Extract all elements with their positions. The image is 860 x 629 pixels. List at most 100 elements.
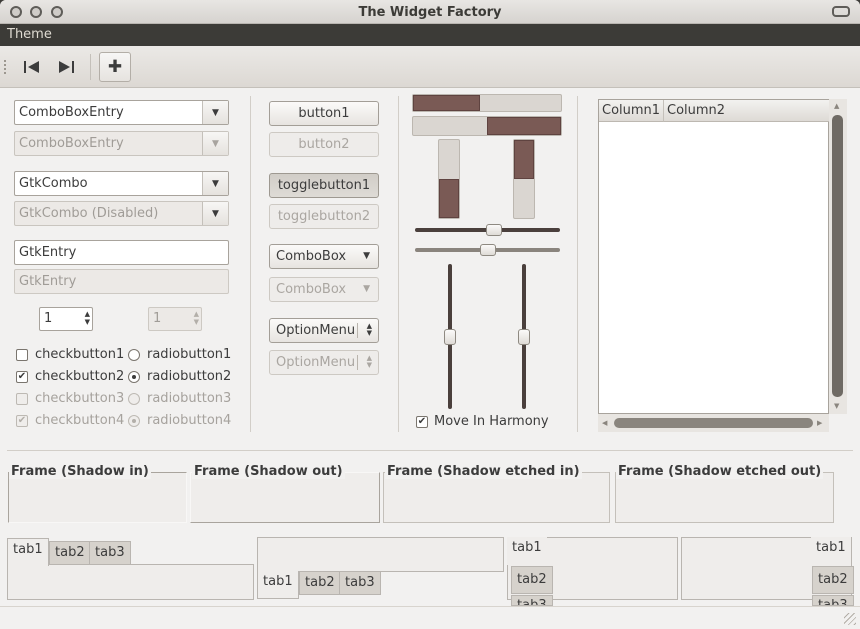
title-bar: The Widget Factory: [0, 0, 860, 24]
checkbutton4-label: checkbutton4: [35, 413, 125, 428]
notebook-top-tab3[interactable]: tab3: [89, 541, 131, 565]
column-header-1[interactable]: Column1: [599, 100, 664, 122]
skip-back-icon[interactable]: [16, 52, 48, 82]
progress-fill: [487, 117, 561, 135]
frame-shadow-etched-in-label: Frame (Shadow etched in): [385, 464, 582, 479]
notebook-bottom-tab2[interactable]: tab2: [299, 571, 341, 595]
chevron-down-icon: ▼: [202, 202, 228, 225]
spin-arrows-icon[interactable]: ▲ ▼: [85, 310, 90, 326]
gtkcombo-disabled-text: GtkCombo (Disabled): [19, 206, 159, 221]
gtk-entry-text: GtkEntry: [19, 245, 77, 260]
notebook-right-tab1[interactable]: tab1: [811, 537, 851, 565]
toolbar-separator: [90, 54, 91, 80]
scale-handle[interactable]: [486, 224, 502, 236]
scroll-left-icon[interactable]: ◀: [602, 419, 607, 427]
gtk-entry[interactable]: GtkEntry: [14, 240, 229, 265]
scroll-up-icon[interactable]: ▲: [834, 102, 839, 110]
separator: [250, 96, 251, 432]
notebook-top-tab1[interactable]: tab1: [7, 538, 49, 566]
spin-disabled-value: 1: [153, 311, 162, 326]
button1[interactable]: button1: [269, 101, 379, 126]
radiobutton1[interactable]: [128, 349, 140, 361]
checkbutton2-label[interactable]: checkbutton2: [35, 369, 124, 384]
radiobutton1-label[interactable]: radiobutton1: [147, 347, 231, 362]
checkbutton1-label[interactable]: checkbutton1: [35, 347, 124, 362]
toolbar-grip[interactable]: [4, 60, 6, 74]
optionmenu-text: OptionMenu: [276, 323, 356, 338]
notebook-left-tab1[interactable]: tab1: [507, 537, 547, 565]
radiobutton3-label: radiobutton3: [147, 391, 232, 406]
window: The Widget Factory Theme ✚ ComboBoxEntry…: [0, 0, 860, 629]
comboboxentry-disabled-text: ComboBoxEntry: [19, 136, 124, 151]
frame-shadow-etched-in: [383, 472, 610, 523]
progress-fill: [514, 140, 534, 179]
spin-value: 1: [44, 311, 53, 326]
notebook-left-tab2[interactable]: tab2: [511, 566, 553, 594]
frame-shadow-etched-out: [615, 472, 834, 523]
chevron-down-icon[interactable]: ▼: [202, 101, 228, 124]
menubar: Theme: [0, 24, 860, 46]
gtkcombo[interactable]: GtkCombo ▼: [14, 171, 229, 196]
scroll-right-icon[interactable]: ▶: [817, 419, 822, 427]
progress-fill: [413, 95, 480, 111]
skip-forward-icon[interactable]: [50, 52, 82, 82]
plus-glyph: ✚: [107, 57, 123, 77]
gtk-entry-disabled-text: GtkEntry: [19, 274, 77, 289]
togglebutton1[interactable]: togglebutton1: [269, 173, 379, 198]
comboboxentry[interactable]: ComboBoxEntry ▼: [14, 100, 229, 125]
combobox-disabled-text: ComboBox: [276, 282, 347, 297]
radiobutton4: [128, 415, 140, 427]
scale-handle[interactable]: [518, 329, 530, 345]
spin-button-disabled: 1 ▲ ▼: [148, 307, 202, 331]
progressbar-vertical-1: [438, 139, 460, 219]
scrollbar-thumb[interactable]: [614, 418, 813, 428]
spin-button[interactable]: 1 ▲ ▼: [39, 307, 93, 331]
menu-theme[interactable]: Theme: [7, 27, 52, 42]
toolbar: ✚: [0, 46, 860, 88]
progress-fill: [439, 179, 459, 218]
vertical-scrollbar[interactable]: ▲ ▼: [829, 99, 847, 414]
frame-shadow-in: [8, 472, 187, 523]
scroll-down-icon[interactable]: ▼: [834, 402, 839, 410]
scale-handle[interactable]: [444, 329, 456, 345]
comboboxentry-text[interactable]: ComboBoxEntry: [19, 105, 124, 120]
optionmenu-disabled-text: OptionMenu: [276, 355, 356, 370]
radiobutton2[interactable]: [128, 371, 140, 383]
notebook-bottom-tab3[interactable]: tab3: [339, 571, 381, 595]
notebook-right-tab2[interactable]: tab2: [812, 566, 854, 594]
notebook-bottom-page: [257, 537, 504, 572]
up-down-icon: ▲ ▼: [366, 354, 372, 369]
progressbar-horizontal-1: [412, 94, 562, 112]
plus-icon[interactable]: ✚: [99, 52, 131, 82]
optionmenu[interactable]: OptionMenu ▲ ▼: [269, 318, 379, 343]
separator: [577, 96, 578, 432]
chevron-down-icon[interactable]: ▼: [202, 172, 228, 195]
separator: [398, 96, 399, 432]
gtkcombo-text[interactable]: GtkCombo: [19, 176, 88, 191]
notebook-left-tab3[interactable]: tab3: [511, 595, 553, 606]
horizontal-scrollbar[interactable]: ◀ ▶: [598, 414, 829, 432]
restore-button[interactable]: [832, 6, 850, 17]
frame-shadow-in-label: Frame (Shadow in): [9, 464, 151, 479]
column-header-2[interactable]: Column2: [664, 100, 830, 122]
notebook-top-tab2[interactable]: tab2: [49, 541, 91, 565]
move-in-harmony-checkbox[interactable]: ✔: [416, 416, 428, 428]
resize-grip-icon[interactable]: [844, 613, 856, 625]
separator: [7, 450, 853, 451]
notebook-right-tab3[interactable]: tab3: [812, 595, 854, 606]
radiobutton4-label: radiobutton4: [147, 413, 232, 428]
scrollbar-thumb[interactable]: [832, 115, 843, 397]
chevron-down-icon: ▼: [363, 284, 370, 294]
checkbutton4: ✔: [16, 415, 28, 427]
move-in-harmony-label[interactable]: Move In Harmony: [434, 414, 549, 429]
tree-view[interactable]: Column1 Column2: [598, 99, 830, 414]
checkbutton2[interactable]: ✔: [16, 371, 28, 383]
checkbutton1[interactable]: [16, 349, 28, 361]
spin-arrows-icon: ▲ ▼: [193, 310, 199, 326]
radiobutton2-label[interactable]: radiobutton2: [147, 369, 231, 384]
frame-shadow-out: [190, 472, 380, 523]
combobox[interactable]: ComboBox ▼: [269, 244, 379, 269]
button2: button2: [269, 132, 379, 157]
scale-handle[interactable]: [480, 244, 496, 256]
notebook-bottom-tab1[interactable]: tab1: [257, 571, 299, 599]
